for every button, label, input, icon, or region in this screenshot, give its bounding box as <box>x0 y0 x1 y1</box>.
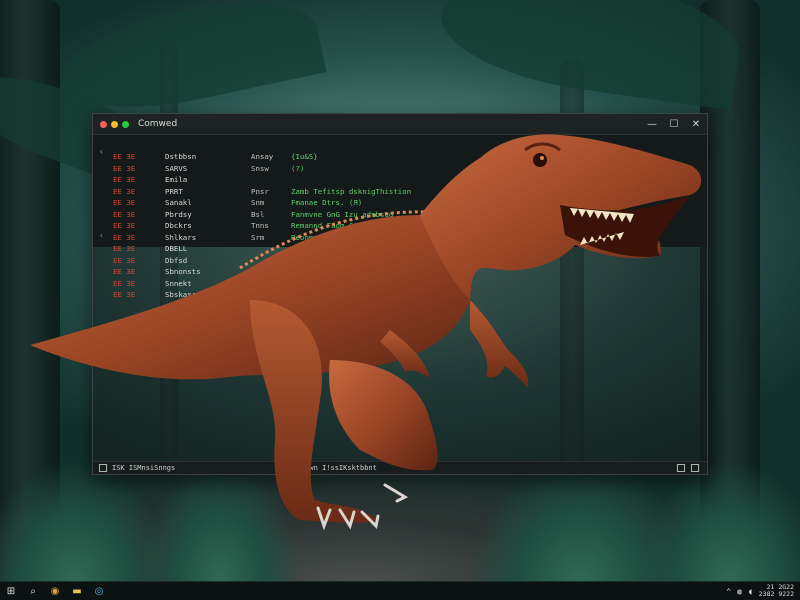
console-cell-c2: Shlkars <box>165 232 197 242</box>
alert-icon <box>295 465 301 471</box>
search-icon[interactable]: ⌕ <box>22 582 44 600</box>
console-cell-c3: Tnns <box>251 221 269 230</box>
window-controls: — ☐ ✕ <box>641 114 707 134</box>
console-row: ЕЕ ЗЕ Dstbbsn Ansay {Iu&S} <box>113 151 433 163</box>
traffic-lights <box>100 120 129 128</box>
console-row: ЕЕ ЗЕ PRRT Pnsr Zamb Tefitsp dsknigThistion <box>113 186 433 198</box>
console-cell-c4: Zamb Tefitsp dsknigThistion <box>291 186 412 196</box>
clock[interactable]: 21 2G22 2382 9222 <box>759 584 794 598</box>
console-cell-c3: Snsw <box>251 163 269 173</box>
palm-frond <box>433 0 747 111</box>
scroll-up-icon[interactable]: ‹ <box>99 147 104 156</box>
chevron-up-icon[interactable]: ⌃ <box>726 587 731 596</box>
console-cell-c2: SARVS <box>165 163 188 173</box>
grid-icon[interactable] <box>677 464 685 472</box>
console-cell-c2: Pbrdsy <box>165 209 192 219</box>
panel-icon[interactable] <box>691 464 699 472</box>
minimize-button[interactable]: — <box>641 114 663 134</box>
console-row: ЕЕ ЗЕ Pbrdsy Bsl Fanmvne GnG Izu adnbsud <box>113 209 433 221</box>
close-button[interactable]: ✕ <box>685 114 707 134</box>
console-row: ЕЕ ЗЕ Emila <box>113 174 433 186</box>
console-cell-c4: Fanmvne GnG Izu adnbsud <box>291 209 394 219</box>
window-body <box>93 247 707 462</box>
fern <box>140 462 300 582</box>
status-left-text: ISK ISMnsiSnngs <box>112 464 176 472</box>
console-cell-c1: ЕЕ ЗЕ <box>113 175 136 184</box>
minimize-dot-icon[interactable] <box>111 120 118 128</box>
status-mid-text: Kwn I!ssIKsktbbnt <box>305 464 377 472</box>
network-icon[interactable]: ◍ <box>737 587 742 596</box>
taskbar: ⊞ ⌕ ◉ ▬ ◎ ⌃ ◍ ◖ 21 2G22 2382 9222 <box>0 581 800 600</box>
console-cell-c3: Bsl <box>251 209 265 219</box>
console-cell-c1: ЕЕ ЗЕ <box>113 221 136 230</box>
console-cell-c3: Ansay <box>251 152 274 161</box>
edge-icon[interactable]: ◎ <box>88 582 110 600</box>
console-cell-c1: ЕЕ ЗЕ <box>113 152 136 161</box>
fern <box>640 462 800 582</box>
console-cell-c4: Reoomni Insnnadbaar Hanhe Istlbn <box>291 232 434 242</box>
console-cell-c1: ЕЕ ЗЕ <box>113 186 136 196</box>
console-cell-c2: Dstbbsn <box>165 152 197 161</box>
console-cell-c4: {Iu&S} <box>291 152 318 161</box>
console-cell-c2: Sanakl <box>165 198 192 207</box>
volume-icon[interactable]: ◖ <box>748 587 753 596</box>
console-row: ЕЕ ЗЕ Sanakl Snm Fmanae Dtrs. (Я) <box>113 197 433 209</box>
window-title: Comwed <box>138 119 178 129</box>
close-dot-icon[interactable] <box>100 120 107 128</box>
console-row: ЕЕ ЗЕ Shlkars Srm Reoomni Insnnadbaar Hanhe… <box>113 232 433 244</box>
console-cell-c3: Pnsr <box>251 186 269 196</box>
console-output[interactable]: ‹ ‹ ЕЕ ЗЕ Dstbbsn Ansay {Iu&S} ЕЕ ЗЕ SARVS Sns… <box>93 135 707 299</box>
console-cell-c3: Snm <box>251 198 265 207</box>
console-cell-c1: ЕЕ ЗЕ <box>113 232 136 242</box>
console-cell-c1: ЕЕ ЗЕ <box>113 163 136 173</box>
console-cell-c2: PRRT <box>165 186 183 196</box>
zoom-dot-icon[interactable] <box>122 120 129 128</box>
status-right <box>677 464 699 472</box>
console-cell-c4: Fmanae Dtrs. (Я) <box>291 198 363 207</box>
console-cell-c1: ЕЕ ЗЕ <box>113 198 136 207</box>
terminal-icon <box>99 464 107 472</box>
status-left[interactable]: ISK ISMnsiSnngs <box>99 464 175 472</box>
console-cell-c2: Emila <box>165 175 188 184</box>
folder-icon[interactable]: ▬ <box>66 582 88 600</box>
console-cell-c1: ЕЕ ЗЕ <box>113 209 136 219</box>
terminal-window[interactable]: Comwed — ☐ ✕ ‹ ‹ ЕЕ ЗЕ Dstbbsn Ansay {Iu&S}… <box>92 113 708 475</box>
console-cell-c4: (?) <box>291 163 305 173</box>
browser-icon[interactable]: ◉ <box>44 582 66 600</box>
console-cell-c3: Srm <box>251 232 265 242</box>
console-cell-c2: Dbckrs <box>165 221 192 230</box>
status-bar: ISK ISMnsiSnngs Kwn I!ssIKsktbbnt <box>93 461 707 474</box>
status-mid[interactable]: Kwn I!ssIKsktbbnt <box>295 464 377 472</box>
console-cell-c3 <box>251 174 291 186</box>
console-row: ЕЕ ЗЕ SARVS Snsw (?) <box>113 163 433 175</box>
title-bar[interactable]: Comwed — ☐ ✕ <box>93 114 707 135</box>
clock-date: 2382 9222 <box>758 590 794 598</box>
scroll-down-icon[interactable]: ‹ <box>99 231 104 240</box>
maximize-button[interactable]: ☐ <box>663 114 685 134</box>
console-row: ЕЕ ЗЕ Dbckrs Tnns Remannd Faom CA(V)Tsnd6nd… <box>113 220 433 232</box>
system-tray: ⌃ ◍ ◖ 21 2G22 2382 9222 <box>726 584 794 598</box>
console-cell-c4: Remannd Faom CA(V)Tsnd6nd)(Y/o) <box>291 221 429 230</box>
start-menu-icon[interactable]: ⊞ <box>0 582 22 600</box>
